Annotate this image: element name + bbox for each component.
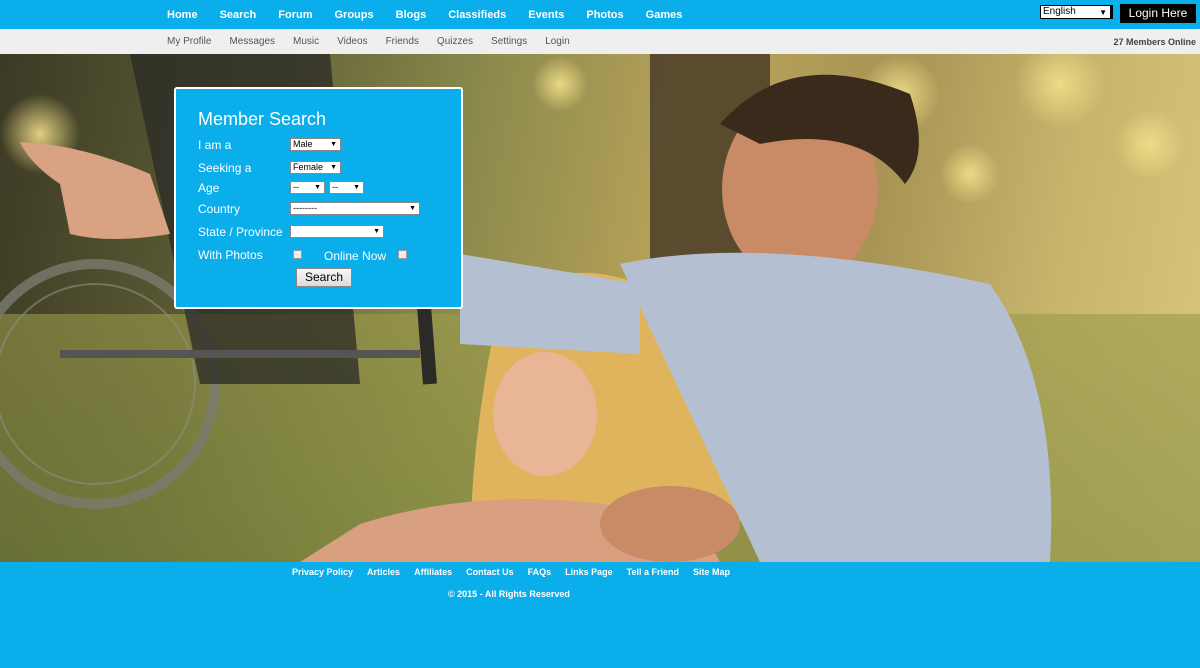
subnav-music[interactable]: Music (293, 36, 319, 47)
with-photos-checkbox[interactable] (293, 250, 302, 259)
i-am-value: Male (293, 139, 313, 149)
age-min-value: -- (293, 182, 299, 192)
online-now-label: Online Now (324, 249, 387, 263)
age-max-select[interactable]: -- ▼ (329, 181, 364, 194)
age-min-select[interactable]: -- ▼ (290, 181, 325, 194)
nav-groups[interactable]: Groups (335, 9, 374, 21)
footer-links-page[interactable]: Links Page (565, 567, 613, 577)
chevron-down-icon: ▼ (353, 184, 360, 191)
nav-photos[interactable]: Photos (586, 9, 623, 21)
online-now-checkbox[interactable] (398, 250, 407, 259)
chevron-down-icon: ▼ (373, 228, 380, 235)
state-select[interactable]: ▼ (290, 225, 384, 238)
footer-affiliates[interactable]: Affiliates (414, 567, 452, 577)
nav-search[interactable]: Search (220, 9, 257, 21)
login-button[interactable]: Login Here (1120, 4, 1196, 23)
nav-events[interactable]: Events (528, 9, 564, 21)
member-menu: My Profile Messages Music Videos Friends… (167, 29, 588, 54)
member-search-title: Member Search (198, 109, 327, 129)
i-am-label: I am a (198, 138, 232, 152)
subnav-login[interactable]: Login (545, 36, 569, 47)
nav-games[interactable]: Games (646, 9, 683, 21)
country-value: -------- (293, 203, 317, 213)
subnav-friends[interactable]: Friends (386, 36, 419, 47)
footer-contact-us[interactable]: Contact Us (466, 567, 514, 577)
nav-classifieds[interactable]: Classifieds (448, 9, 506, 21)
chevron-down-icon: ▼ (409, 205, 416, 212)
members-online-count: 27 Members Online (1113, 37, 1196, 47)
member-search-panel: Member Search I am a Male ▼ Seeking a Fe… (174, 87, 463, 309)
subnav-my-profile[interactable]: My Profile (167, 36, 211, 47)
country-select[interactable]: -------- ▼ (290, 202, 420, 215)
i-am-select[interactable]: Male ▼ (290, 138, 341, 151)
nav-forum[interactable]: Forum (278, 9, 312, 21)
subnav-quizzes[interactable]: Quizzes (437, 36, 473, 47)
language-select[interactable]: English ▼ (1040, 5, 1113, 19)
seeking-label: Seeking a (198, 161, 252, 175)
chevron-down-icon: ▼ (330, 164, 337, 171)
footer-articles[interactable]: Articles (367, 567, 400, 577)
country-label: Country (198, 202, 241, 216)
footer-privacy-policy[interactable]: Privacy Policy (292, 567, 353, 577)
chevron-down-icon: ▼ (314, 184, 321, 191)
chevron-down-icon: ▼ (1099, 8, 1107, 17)
footer-faqs[interactable]: FAQs (528, 567, 552, 577)
subnav-messages[interactable]: Messages (229, 36, 275, 47)
subnav-settings[interactable]: Settings (491, 36, 527, 47)
age-max-value: -- (332, 182, 338, 192)
sub-navigation: My Profile Messages Music Videos Friends… (0, 29, 1200, 54)
seeking-select[interactable]: Female ▼ (290, 161, 341, 174)
subnav-videos[interactable]: Videos (337, 36, 367, 47)
search-button[interactable]: Search (296, 268, 352, 287)
seeking-value: Female (293, 162, 324, 172)
chevron-down-icon: ▼ (330, 141, 337, 148)
footer-links: Privacy Policy Articles Affiliates Conta… (292, 567, 744, 577)
language-value: English (1043, 6, 1076, 17)
with-photos-label: With Photos (198, 248, 263, 262)
main-menu: Home Search Forum Groups Blogs Classifie… (167, 0, 704, 29)
nav-blogs[interactable]: Blogs (396, 9, 427, 21)
nav-home[interactable]: Home (167, 9, 198, 21)
state-label: State / Province (198, 225, 283, 239)
age-label: Age (198, 181, 220, 195)
copyright-text: © 2015 - All Rights Reserved (448, 589, 570, 599)
footer-site-map[interactable]: Site Map (693, 567, 730, 577)
top-navigation: Home Search Forum Groups Blogs Classifie… (0, 0, 1200, 29)
footer-tell-a-friend[interactable]: Tell a Friend (627, 567, 679, 577)
